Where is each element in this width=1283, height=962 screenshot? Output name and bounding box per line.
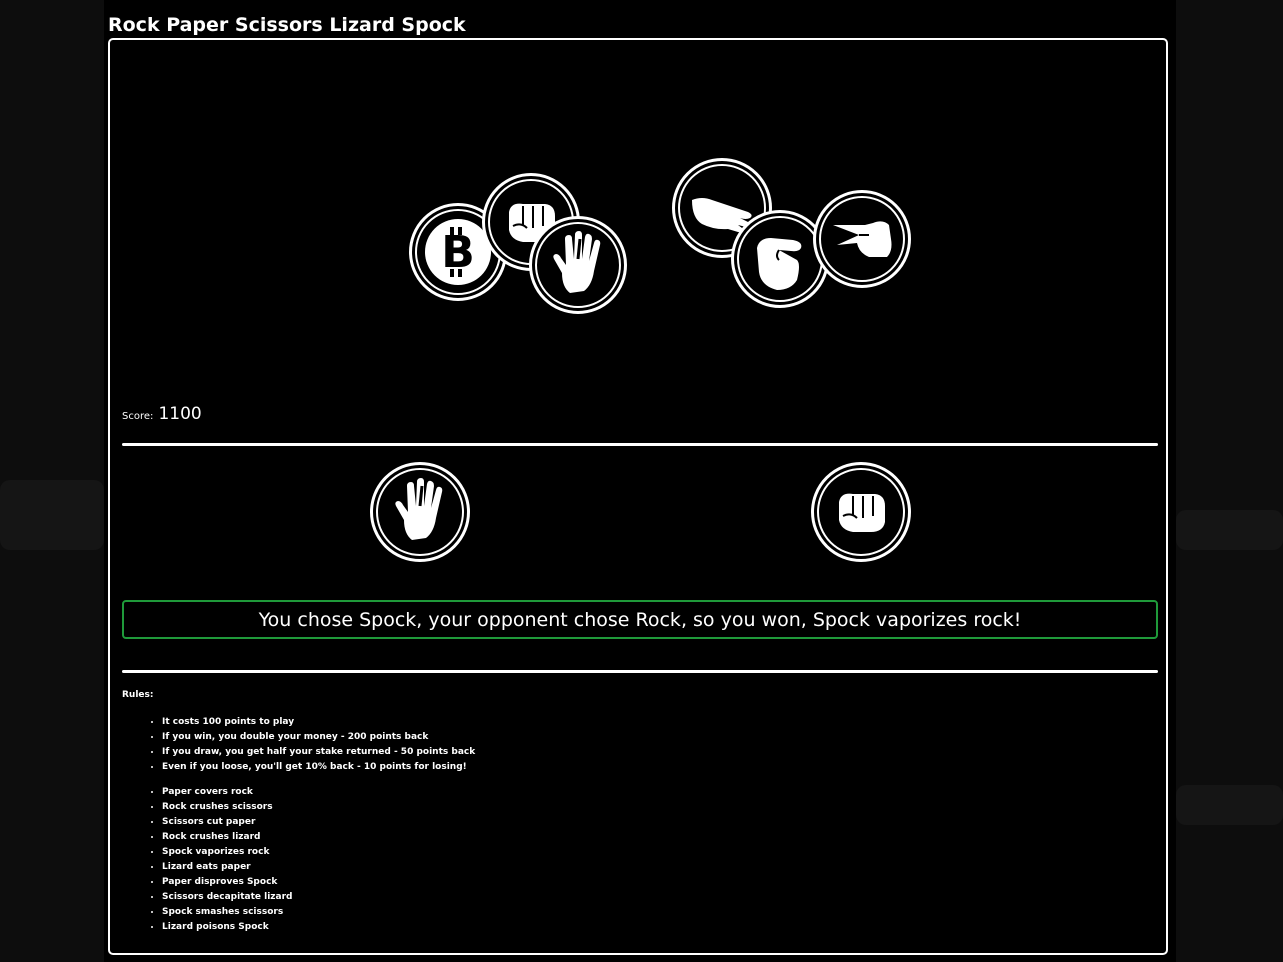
list-item: Scissors decapitate lizard: [162, 890, 293, 905]
rules-label: Rules:: [122, 690, 154, 700]
list-item: Scissors cut paper: [162, 815, 293, 830]
background-shape: [0, 480, 104, 550]
result-message: You chose Spock, your opponent chose Roc…: [122, 600, 1158, 639]
divider: [122, 670, 1158, 673]
spock-hand-icon: [395, 478, 443, 540]
list-item: Spock smashes scissors: [162, 905, 293, 920]
list-item: If you win, you double your money - 200 …: [162, 730, 475, 745]
score-value: 1100: [158, 404, 202, 424]
opponent-choice: [811, 462, 911, 562]
page-title: Rock Paper Scissors Lizard Spock: [108, 13, 466, 36]
list-item: Paper covers rock: [162, 785, 293, 800]
background-shape: [1176, 785, 1283, 825]
score-label: Score:: [122, 411, 154, 422]
list-item: Rock crushes lizard: [162, 830, 293, 845]
lizard-hand-icon: [757, 238, 802, 290]
payout-rules-list: It costs 100 points to play If you win, …: [122, 715, 475, 775]
rock-fist-icon: [839, 493, 885, 532]
list-item: Paper disproves Spock: [162, 875, 293, 890]
list-item: Lizard poisons Spock: [162, 920, 293, 935]
list-item: If you draw, you get half your stake ret…: [162, 745, 475, 760]
list-item: Rock crushes scissors: [162, 800, 293, 815]
choice-scissors[interactable]: [813, 190, 911, 288]
spock-hand-icon: [553, 231, 601, 293]
list-item: It costs 100 points to play: [162, 715, 475, 730]
list-item: Lizard eats paper: [162, 860, 293, 875]
divider: [122, 443, 1158, 446]
game-panel: B Score: 1100 You chose Spock, your oppo…: [108, 38, 1168, 955]
scissors-hand-icon: [833, 221, 892, 257]
background-shape: [1176, 510, 1283, 550]
list-item: Even if you loose, you'll get 10% back -…: [162, 760, 475, 775]
list-item: Spock vaporizes rock: [162, 845, 293, 860]
player-choice: [370, 462, 470, 562]
score-display: Score: 1100: [122, 404, 202, 430]
outcome-rules-list: Paper covers rock Rock crushes scissors …: [122, 785, 293, 935]
choice-spock[interactable]: [529, 216, 627, 314]
